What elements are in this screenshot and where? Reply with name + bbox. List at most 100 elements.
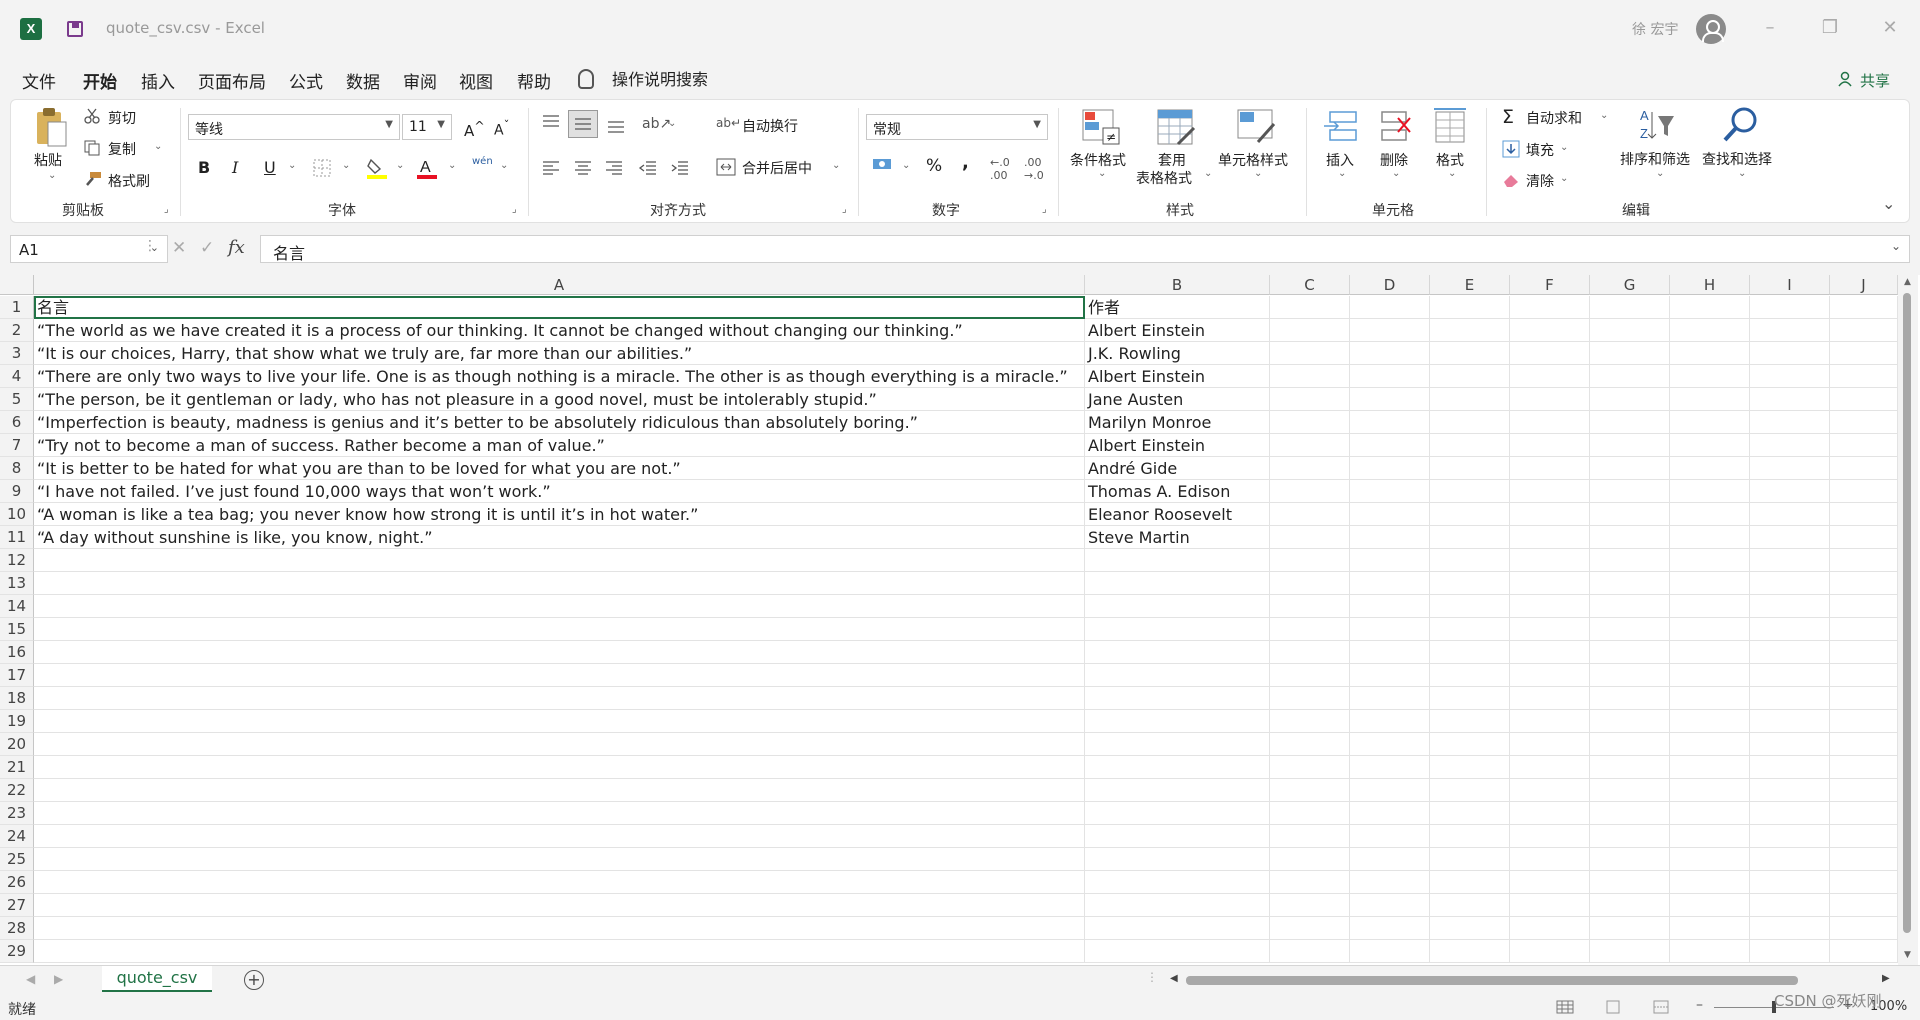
- cell-g27[interactable]: [1590, 894, 1670, 917]
- row-header[interactable]: 23: [0, 802, 34, 825]
- fill-button[interactable]: 填充: [1526, 140, 1554, 160]
- cell-c7[interactable]: [1270, 434, 1350, 457]
- copy-button[interactable]: 复制: [108, 139, 136, 159]
- cell-j19[interactable]: [1830, 710, 1898, 733]
- row-header[interactable]: 26: [0, 871, 34, 894]
- cell-f9[interactable]: [1510, 480, 1590, 503]
- cell-f18[interactable]: [1510, 687, 1590, 710]
- row-header[interactable]: 3: [0, 342, 34, 365]
- cell-c12[interactable]: [1270, 549, 1350, 572]
- cell-g5[interactable]: [1590, 388, 1670, 411]
- cell-a16[interactable]: [34, 641, 1085, 664]
- align-top-icon[interactable]: [541, 114, 561, 130]
- cell-g19[interactable]: [1590, 710, 1670, 733]
- cell-g8[interactable]: [1590, 457, 1670, 480]
- cell-e29[interactable]: [1430, 940, 1510, 963]
- more-options-icon[interactable]: ⋮: [143, 238, 157, 254]
- next-sheet-icon[interactable]: ▶: [54, 972, 63, 986]
- cell-f1[interactable]: [1510, 296, 1590, 319]
- cell-d27[interactable]: [1350, 894, 1430, 917]
- cell-e28[interactable]: [1430, 917, 1510, 940]
- cell-i10[interactable]: [1750, 503, 1830, 526]
- cell-g14[interactable]: [1590, 595, 1670, 618]
- row-header[interactable]: 25: [0, 848, 34, 871]
- increase-decimal-icon[interactable]: ←.0.00: [990, 156, 1010, 182]
- cell-j1[interactable]: [1830, 296, 1898, 319]
- scroll-down-icon[interactable]: ▼: [1904, 950, 1911, 960]
- cell-b3[interactable]: J.K. Rowling: [1085, 342, 1270, 365]
- cell-h23[interactable]: [1670, 802, 1750, 825]
- cell-g25[interactable]: [1590, 848, 1670, 871]
- cell-c21[interactable]: [1270, 756, 1350, 779]
- decrease-indent-icon[interactable]: [638, 160, 658, 176]
- cell-f17[interactable]: [1510, 664, 1590, 687]
- phonetic-guide-icon[interactable]: wén: [472, 156, 493, 167]
- cell-g11[interactable]: [1590, 526, 1670, 549]
- cell-g22[interactable]: [1590, 779, 1670, 802]
- cell-g18[interactable]: [1590, 687, 1670, 710]
- borders-icon[interactable]: [312, 158, 332, 178]
- cell-h22[interactable]: [1670, 779, 1750, 802]
- cell-i16[interactable]: [1750, 641, 1830, 664]
- cell-c11[interactable]: [1270, 526, 1350, 549]
- cell-f27[interactable]: [1510, 894, 1590, 917]
- cell-f21[interactable]: [1510, 756, 1590, 779]
- cell-b29[interactable]: [1085, 940, 1270, 963]
- cell-e6[interactable]: [1430, 411, 1510, 434]
- cell-e17[interactable]: [1430, 664, 1510, 687]
- row-header[interactable]: 19: [0, 710, 34, 733]
- cell-d14[interactable]: [1350, 595, 1430, 618]
- cell-f22[interactable]: [1510, 779, 1590, 802]
- copy-dropdown-icon[interactable]: ⌄: [154, 141, 162, 152]
- number-format-select[interactable]: 常规 ▼: [866, 114, 1048, 140]
- cell-h24[interactable]: [1670, 825, 1750, 848]
- tab-help[interactable]: 帮助: [517, 68, 551, 93]
- cell-e21[interactable]: [1430, 756, 1510, 779]
- cell-j26[interactable]: [1830, 871, 1898, 894]
- align-middle-button[interactable]: [568, 110, 598, 138]
- cell-h28[interactable]: [1670, 917, 1750, 940]
- cell-f26[interactable]: [1510, 871, 1590, 894]
- cell-a15[interactable]: [34, 618, 1085, 641]
- cell-g21[interactable]: [1590, 756, 1670, 779]
- cell-i23[interactable]: [1750, 802, 1830, 825]
- cell-j8[interactable]: [1830, 457, 1898, 480]
- cell-g9[interactable]: [1590, 480, 1670, 503]
- cell-e11[interactable]: [1430, 526, 1510, 549]
- cell-i26[interactable]: [1750, 871, 1830, 894]
- restore-button[interactable]: ❐: [1816, 16, 1844, 40]
- cell-a18[interactable]: [34, 687, 1085, 710]
- cell-i6[interactable]: [1750, 411, 1830, 434]
- font-color-icon[interactable]: A: [416, 156, 438, 180]
- font-launcher-icon[interactable]: ⌟: [512, 204, 517, 215]
- align-left-icon[interactable]: [541, 160, 561, 176]
- cell-f19[interactable]: [1510, 710, 1590, 733]
- cell-d9[interactable]: [1350, 480, 1430, 503]
- cell-d4[interactable]: [1350, 365, 1430, 388]
- cell-a6[interactable]: “Imperfection is beauty, madness is geni…: [34, 411, 1085, 434]
- paste-dropdown-icon[interactable]: ⌄: [48, 170, 56, 181]
- cell-e15[interactable]: [1430, 618, 1510, 641]
- cell-g23[interactable]: [1590, 802, 1670, 825]
- cell-d15[interactable]: [1350, 618, 1430, 641]
- cell-h6[interactable]: [1670, 411, 1750, 434]
- column-header-d[interactable]: D: [1350, 275, 1430, 295]
- find-select-button[interactable]: 查找和选择: [1702, 149, 1772, 169]
- cell-j7[interactable]: [1830, 434, 1898, 457]
- cell-styles-dropdown-icon[interactable]: ⌄: [1254, 168, 1262, 179]
- cell-i1[interactable]: [1750, 296, 1830, 319]
- cell-c15[interactable]: [1270, 618, 1350, 641]
- row-header[interactable]: 6: [0, 411, 34, 434]
- cell-j14[interactable]: [1830, 595, 1898, 618]
- cell-a9[interactable]: “I have not failed. I’ve just found 10,0…: [34, 480, 1085, 503]
- cell-b27[interactable]: [1085, 894, 1270, 917]
- user-name[interactable]: 徐 宏宇: [1632, 19, 1678, 39]
- insert-dropdown-icon[interactable]: ⌄: [1338, 168, 1346, 179]
- cell-g13[interactable]: [1590, 572, 1670, 595]
- merge-dropdown-icon[interactable]: ⌄: [832, 160, 840, 171]
- row-header[interactable]: 17: [0, 664, 34, 687]
- cell-a14[interactable]: [34, 595, 1085, 618]
- share-button[interactable]: 共享: [1860, 70, 1890, 91]
- cell-b7[interactable]: Albert Einstein: [1085, 434, 1270, 457]
- cell-a23[interactable]: [34, 802, 1085, 825]
